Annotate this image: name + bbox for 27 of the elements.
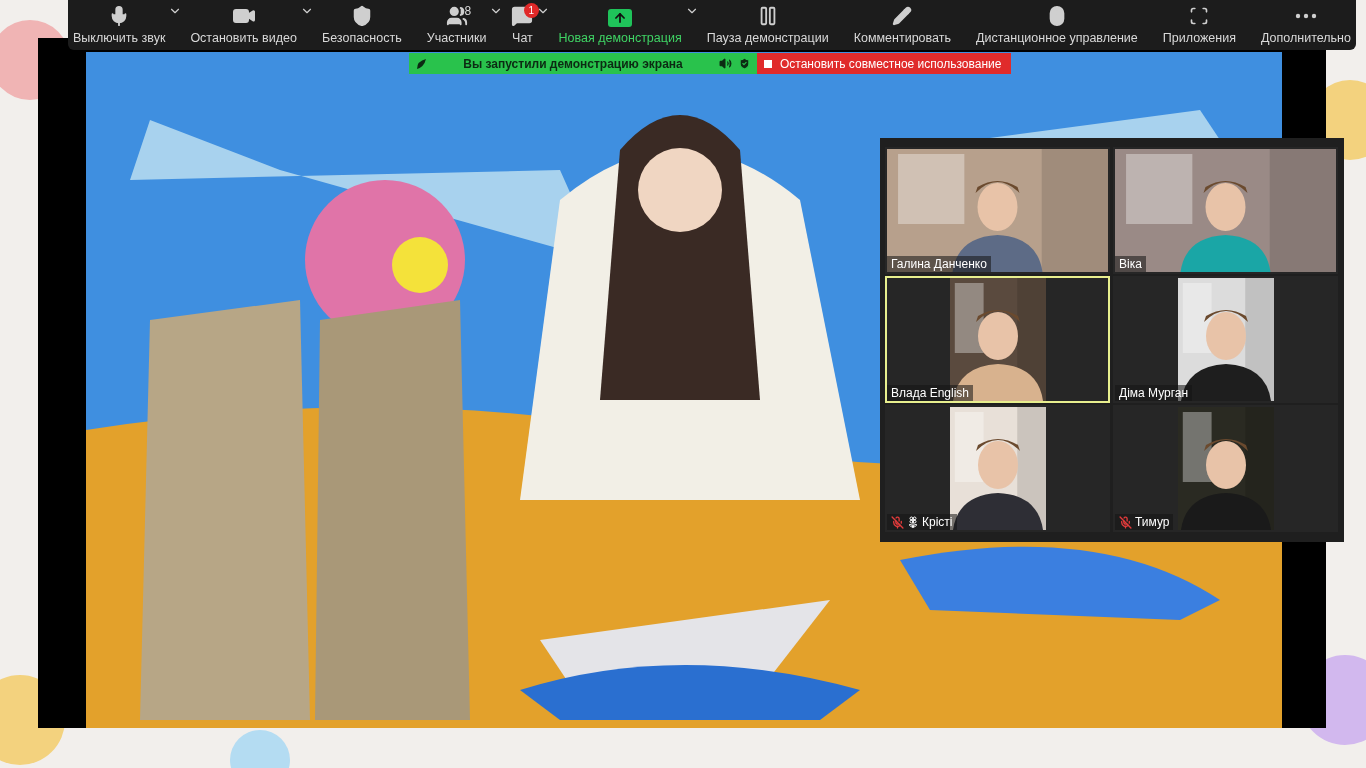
toolbar-button[interactable]: Выключить звук (70, 0, 169, 50)
toolbar-button[interactable]: Дополнительно (1258, 0, 1354, 50)
more-icon (1294, 13, 1317, 19)
toolbar-button[interactable]: Приложения (1159, 0, 1239, 50)
participant-name: Галина Данченко (891, 257, 987, 271)
leaf-icon (415, 57, 427, 70)
toolbar-button[interactable]: Пауза демонстрации (703, 0, 832, 50)
speaker-icon (719, 57, 732, 70)
participant-name: Віка (1119, 257, 1142, 271)
toolbar-button[interactable]: Остановить видео (187, 0, 300, 50)
participant-name: Крісті (922, 515, 953, 529)
paint-spot (230, 730, 290, 768)
participant-name: Діма Мурган (1119, 386, 1189, 400)
stop-icon (764, 59, 772, 68)
share-screen-icon (608, 8, 633, 27)
apps-icon (1189, 6, 1210, 26)
toolbar-button[interactable]: Комментировать (850, 0, 954, 50)
pencil-icon (892, 6, 913, 26)
participant-name: Тимур (1135, 515, 1170, 529)
shield-icon (738, 57, 751, 70)
participant-count: 8 (464, 4, 472, 18)
stop-share-button[interactable]: Остановить совместное использование (757, 53, 1012, 74)
toolbar-button[interactable]: Дистанционное управление (973, 0, 1141, 50)
toolbar-button[interactable]: Новая демонстрация (555, 0, 685, 50)
toolbar-button[interactable]: Безопасность (318, 0, 405, 50)
participant-name: Влада English (891, 386, 970, 400)
sharing-status: Вы запустили демонстрацию экрана (462, 56, 684, 71)
